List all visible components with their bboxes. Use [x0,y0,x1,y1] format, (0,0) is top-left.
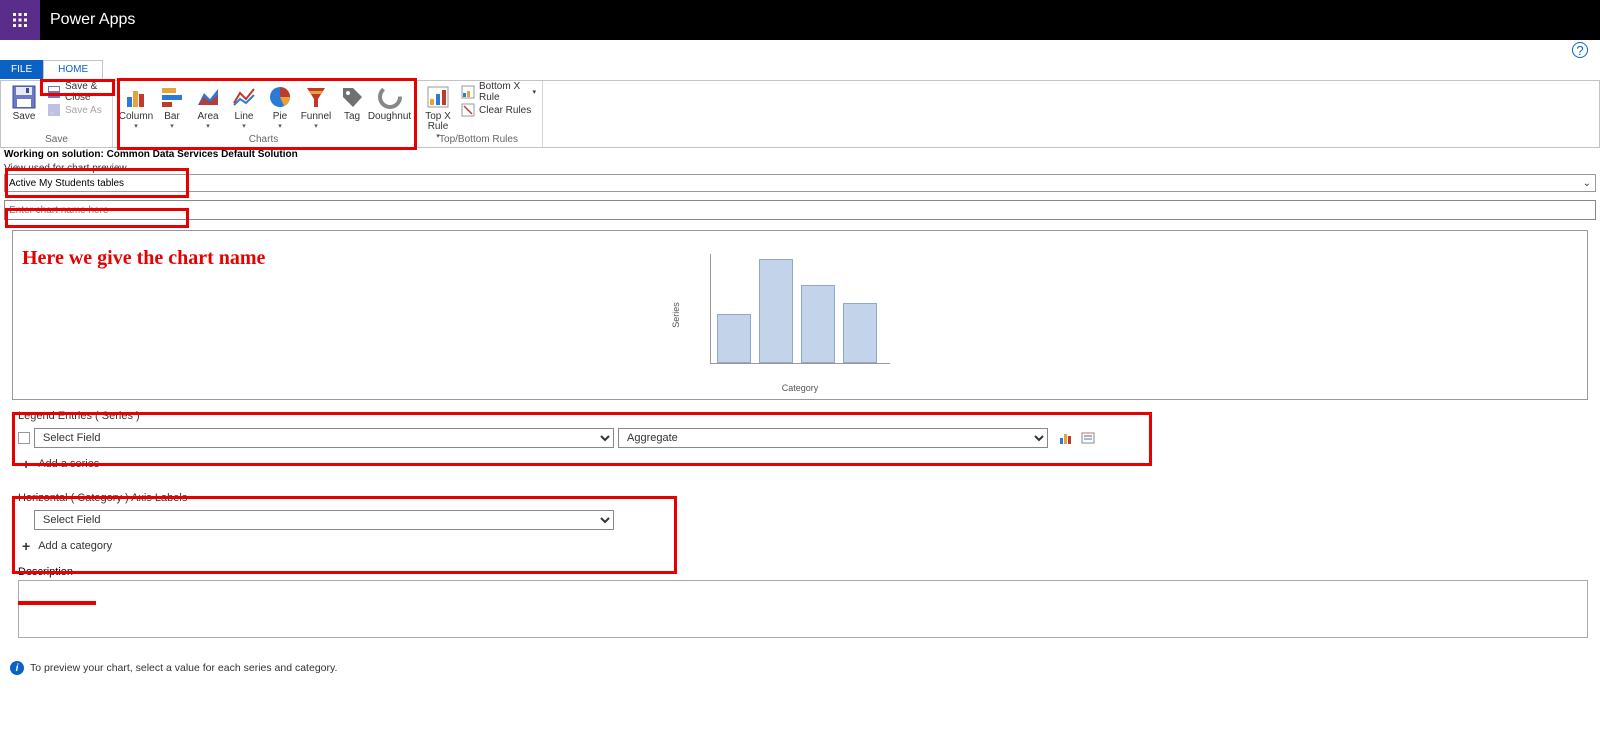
tab-file[interactable]: FILE [0,60,43,79]
bar-chart-icon [159,84,185,110]
chart-bars [710,254,890,364]
save-as-icon [47,103,61,117]
area-chart-icon [195,84,221,110]
ribbon-tabs: FILE HOME [0,60,1600,80]
chart-line-button[interactable]: Line▾ [227,84,261,130]
app-topbar: Power Apps [0,0,1600,40]
ribbon-group-save: Save Save & Close Save As Save [1,81,113,147]
ribbon-group-label-charts: Charts [113,134,414,147]
legend-field-select[interactable]: Select Field [34,428,614,448]
line-chart-icon [231,84,257,110]
subbar: ? [0,40,1600,60]
description-label: Description [18,566,1588,578]
description-textarea[interactable] [18,580,1588,638]
tag-icon [339,84,365,110]
chart-bar-button[interactable]: Bar▾ [155,84,189,130]
legend-aggregate-select[interactable]: Aggregate [618,428,1048,448]
app-launcher-icon[interactable] [0,0,40,40]
category-axis-section: Horizontal ( Category ) Axis Labels Sele… [18,492,1588,530]
plus-icon: + [22,458,30,470]
info-icon: i [10,661,24,675]
help-icon[interactable]: ? [1572,42,1588,58]
ribbon-group-charts: Column▾ Bar▾ Area▾ Line▾ Pie▾ Funnel▾ [113,81,415,147]
category-axis-title: Horizontal ( Category ) Axis Labels [18,492,1588,504]
chart-y-axis-label: Series [671,302,681,328]
tab-home[interactable]: HOME [43,60,103,79]
view-dropdown-value: Active My Students tables [9,178,124,189]
chart-column-button[interactable]: Column▾ [119,84,153,130]
pie-chart-icon [267,84,293,110]
bottom-x-rule-button[interactable]: Bottom X Rule▾ [461,84,536,100]
bottom-x-rule-icon [461,85,475,99]
chevron-down-icon: ⌄ [1583,178,1591,189]
top-x-rule-icon [425,84,451,110]
funnel-chart-icon [303,84,329,110]
column-chart-icon [123,84,149,110]
save-as-button[interactable]: Save As [47,102,106,118]
working-on-solution: Working on solution: Common Data Service… [0,148,1600,161]
clear-rules-button[interactable]: Clear Rules [461,102,536,118]
save-close-button[interactable]: Save & Close [47,84,106,100]
chart-name-input[interactable] [4,200,1596,220]
category-field-select[interactable]: Select Field [34,510,614,530]
ribbon-group-label-rules: Top/Bottom Rules [415,134,542,147]
save-button[interactable]: Save [7,84,41,122]
add-series-button[interactable]: + Add a series [22,458,1600,470]
add-category-button[interactable]: + Add a category [22,540,1600,552]
description-section: Description [18,566,1588,641]
chart-bar [717,314,751,363]
ribbon-group-rules: Top X Rule▾ Bottom X Rule▾ Clear Rules T… [415,81,543,147]
clear-rules-icon [461,103,475,117]
chart-doughnut-button[interactable]: Doughnut [371,84,408,122]
info-footer-text: To preview your chart, select a value fo… [30,662,337,674]
series-chart-type-icon[interactable] [1058,431,1074,445]
chart-pie-button[interactable]: Pie▾ [263,84,297,130]
save-close-icon [47,85,61,99]
legend-entries-section: Legend Entries ( Series ) Select Field A… [18,410,1588,448]
legend-entries-title: Legend Entries ( Series ) [18,410,1588,422]
annotation-text: Here we give the chart name [22,246,265,270]
doughnut-chart-icon [377,84,403,110]
top-x-rule-button[interactable]: Top X Rule▾ [421,84,455,140]
chart-tag-button[interactable]: Tag [335,84,369,122]
view-dropdown[interactable]: Active My Students tables ⌄ [4,174,1596,192]
series-options-icon[interactable] [1080,431,1096,445]
info-footer: i To preview your chart, select a value … [10,661,1600,675]
chart-x-axis-label: Category [782,383,819,393]
chart-bar [843,303,877,363]
plus-icon: + [22,540,30,552]
chart-funnel-button[interactable]: Funnel▾ [299,84,333,130]
annotation-underline-description [18,601,96,605]
legend-series-checkbox[interactable] [18,432,30,444]
save-icon [11,84,37,110]
view-label: View used for chart preview [0,161,1600,174]
chart-bar [801,285,835,363]
app-title: Power Apps [50,11,135,29]
ribbon-group-label-save: Save [1,134,112,147]
ribbon: Save Save & Close Save As Save Column▾ [0,80,1600,148]
chart-bar [759,259,793,363]
chart-area-button[interactable]: Area▾ [191,84,225,130]
